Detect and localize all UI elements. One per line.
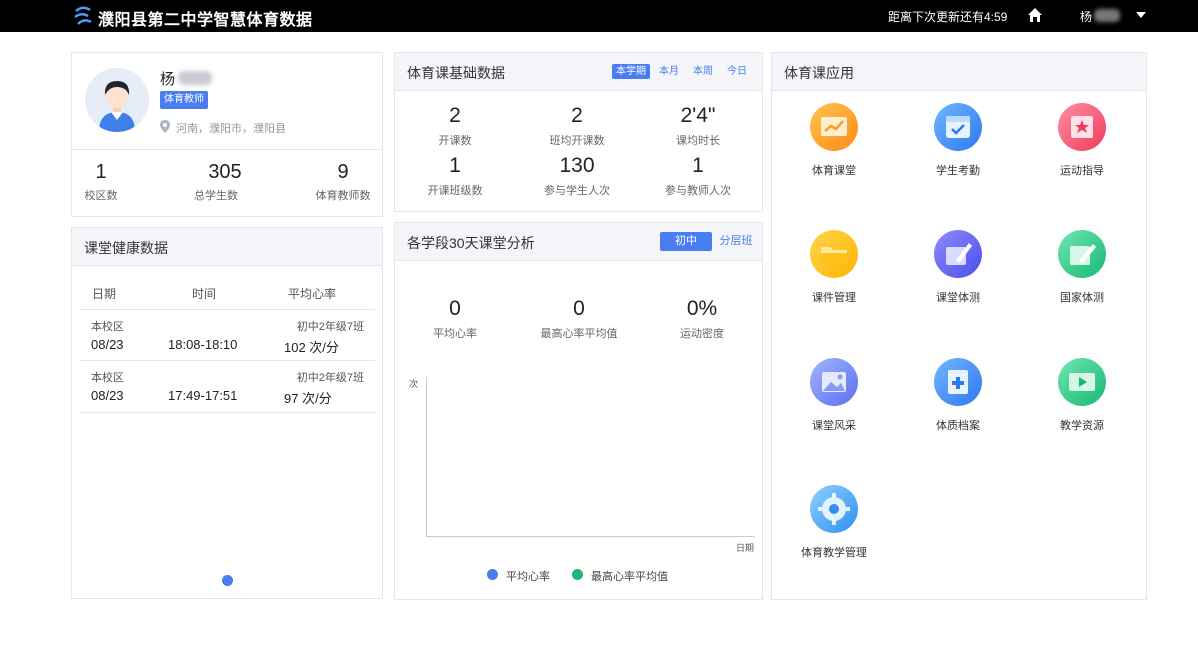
segment-layered-button[interactable]: 分层班 [719, 232, 753, 251]
app-health-file[interactable]: 体质档案 [913, 358, 1003, 433]
star-flag-icon [1058, 103, 1106, 151]
top-bar: 濮阳县第二中学智慧体育数据 距离下次更新还有4:59 杨 [0, 0, 1198, 32]
metric-max-heart-rate-avg: 0 最高心率平均值 [540, 297, 618, 340]
divider [80, 412, 375, 413]
legend-marker-avg-heart-rate [487, 569, 498, 580]
avatar [85, 68, 149, 132]
app-courseware[interactable]: 课件管理 [789, 230, 879, 305]
app-pe-teaching-management[interactable]: 体育教学管理 [789, 485, 879, 560]
user-name[interactable]: 杨 [1080, 8, 1092, 25]
x-axis-title: 日期 [736, 543, 755, 553]
card-title: 各学段30天课堂分析 [407, 235, 535, 251]
calendar-check-icon [934, 103, 982, 151]
health-card: 课堂健康数据 日期 时间 平均心率 本校区 初中2年级7班 08/23 18:0… [71, 227, 383, 599]
pagination-dot[interactable] [222, 575, 233, 586]
table-row[interactable]: 本校区 初中2年级7班 08/23 18:08-18:10 102 次/分 [80, 309, 375, 360]
x-axis [426, 536, 755, 537]
profile-card: 杨 体育教师 河南，濮阳市，濮阳县 1 校区数 305 总学生数 9 体育教师数 [71, 52, 383, 217]
app-label: 课堂风采 [812, 420, 856, 432]
app-class-gallery[interactable]: 课堂风采 [789, 358, 879, 433]
chart-screen-icon [810, 103, 858, 151]
profile-name: 杨 [160, 71, 176, 88]
analysis-card: 各学段30天课堂分析 初中 分层班 0 平均心率 0 最高心率平均值 0% 运动… [394, 222, 763, 600]
card-title: 体育课应用 [784, 65, 854, 81]
card-title: 体育课基础数据 [407, 65, 505, 81]
legend-label-avg-heart-rate: 平均心率 [506, 571, 550, 583]
app-exercise-guide[interactable]: 运动指导 [1037, 103, 1127, 178]
chevron-down-icon[interactable] [1136, 12, 1146, 18]
metric-class-group-count: 1 开课班级数 [427, 154, 483, 197]
stat-campus-count: 1 校区数 [84, 161, 118, 202]
app-pe-class[interactable]: 体育课堂 [789, 103, 879, 178]
card-header: 各学段30天课堂分析 初中 分层班 [395, 223, 762, 261]
apps-card: 体育课应用 体育课堂 学生考勤 运动指导 课件管理 课堂体测 国家体测 课堂风采… [771, 52, 1147, 600]
divider [72, 149, 382, 150]
app-label: 教学资源 [1060, 420, 1104, 432]
metric-student-attendance: 130 参与学生人次 [544, 154, 610, 197]
update-countdown: 距离下次更新还有4:59 [888, 10, 1008, 24]
column-header-date: 日期 [92, 287, 117, 301]
metric-class-count: 2 开课数 [438, 104, 472, 147]
y-axis [426, 377, 427, 537]
app-label: 体育教学管理 [801, 547, 867, 559]
app-title: 濮阳县第二中学智慧体育数据 [98, 12, 313, 29]
role-badge: 体育教师 [160, 91, 208, 109]
picture-icon [810, 358, 858, 406]
card-header: 体育课基础数据 本学期 本月 本周 今日 [395, 53, 762, 91]
metric-avg-heart-rate: 0 平均心率 [433, 297, 477, 340]
column-header-time: 时间 [192, 287, 217, 301]
location-pin-icon [160, 120, 170, 133]
metric-teacher-attendance: 1 参与教师人次 [665, 154, 731, 197]
pen-paper-icon [1058, 230, 1106, 278]
column-header-heart-rate: 平均心率 [288, 287, 337, 301]
app-label: 体育课堂 [812, 165, 856, 177]
card-header: 体育课应用 [772, 53, 1146, 91]
app-label: 运动指导 [1060, 165, 1104, 177]
tab-month[interactable]: 本月 [655, 64, 683, 79]
basic-data-card: 体育课基础数据 本学期 本月 本周 今日 2 开课数 2 班均开课数 2'4" … [394, 52, 763, 212]
app-class-fitness-test[interactable]: 课堂体测 [913, 230, 1003, 305]
stat-redaction [172, 163, 194, 183]
card-header: 课堂健康数据 [72, 228, 382, 266]
metric-avg-class-per-group: 2 班均开课数 [549, 104, 605, 147]
metric-avg-duration: 2'4" 课均时长 [676, 104, 720, 147]
location-text: 河南，濮阳市，濮阳县 [176, 123, 286, 135]
tab-today[interactable]: 今日 [723, 64, 751, 79]
metric-exercise-density: 0% 运动密度 [680, 297, 724, 340]
user-name-redaction [1094, 9, 1120, 22]
app-label: 课件管理 [812, 292, 856, 304]
app-label: 国家体测 [1060, 292, 1104, 304]
home-icon[interactable] [1027, 7, 1043, 23]
table-row[interactable]: 本校区 初中2年级7班 08/23 17:49-17:51 97 次/分 [80, 360, 375, 411]
legend-label-max-heart-rate: 最高心率平均值 [591, 571, 668, 583]
app-label: 体质档案 [936, 420, 980, 432]
app-teaching-resources[interactable]: 教学资源 [1037, 358, 1127, 433]
folder-icon [810, 230, 858, 278]
stat-teacher-count: 9 体育教师数 [315, 161, 371, 202]
app-attendance[interactable]: 学生考勤 [913, 103, 1003, 178]
tab-semester[interactable]: 本学期 [612, 64, 650, 79]
y-axis-unit: 次 [409, 379, 419, 389]
gear-icon [810, 485, 858, 533]
legend-marker-max-heart-rate [572, 569, 583, 580]
card-title: 课堂健康数据 [84, 240, 168, 256]
logo-icon [74, 6, 92, 25]
app-label: 学生考勤 [936, 165, 980, 177]
health-file-icon [934, 358, 982, 406]
pencil-ruler-icon [934, 230, 982, 278]
video-player-icon [1058, 358, 1106, 406]
tab-week[interactable]: 本周 [689, 64, 717, 79]
app-label: 课堂体测 [936, 292, 980, 304]
app-national-fitness-test[interactable]: 国家体测 [1037, 230, 1127, 305]
name-redaction [178, 71, 212, 85]
segment-junior-button[interactable]: 初中 [660, 232, 712, 251]
